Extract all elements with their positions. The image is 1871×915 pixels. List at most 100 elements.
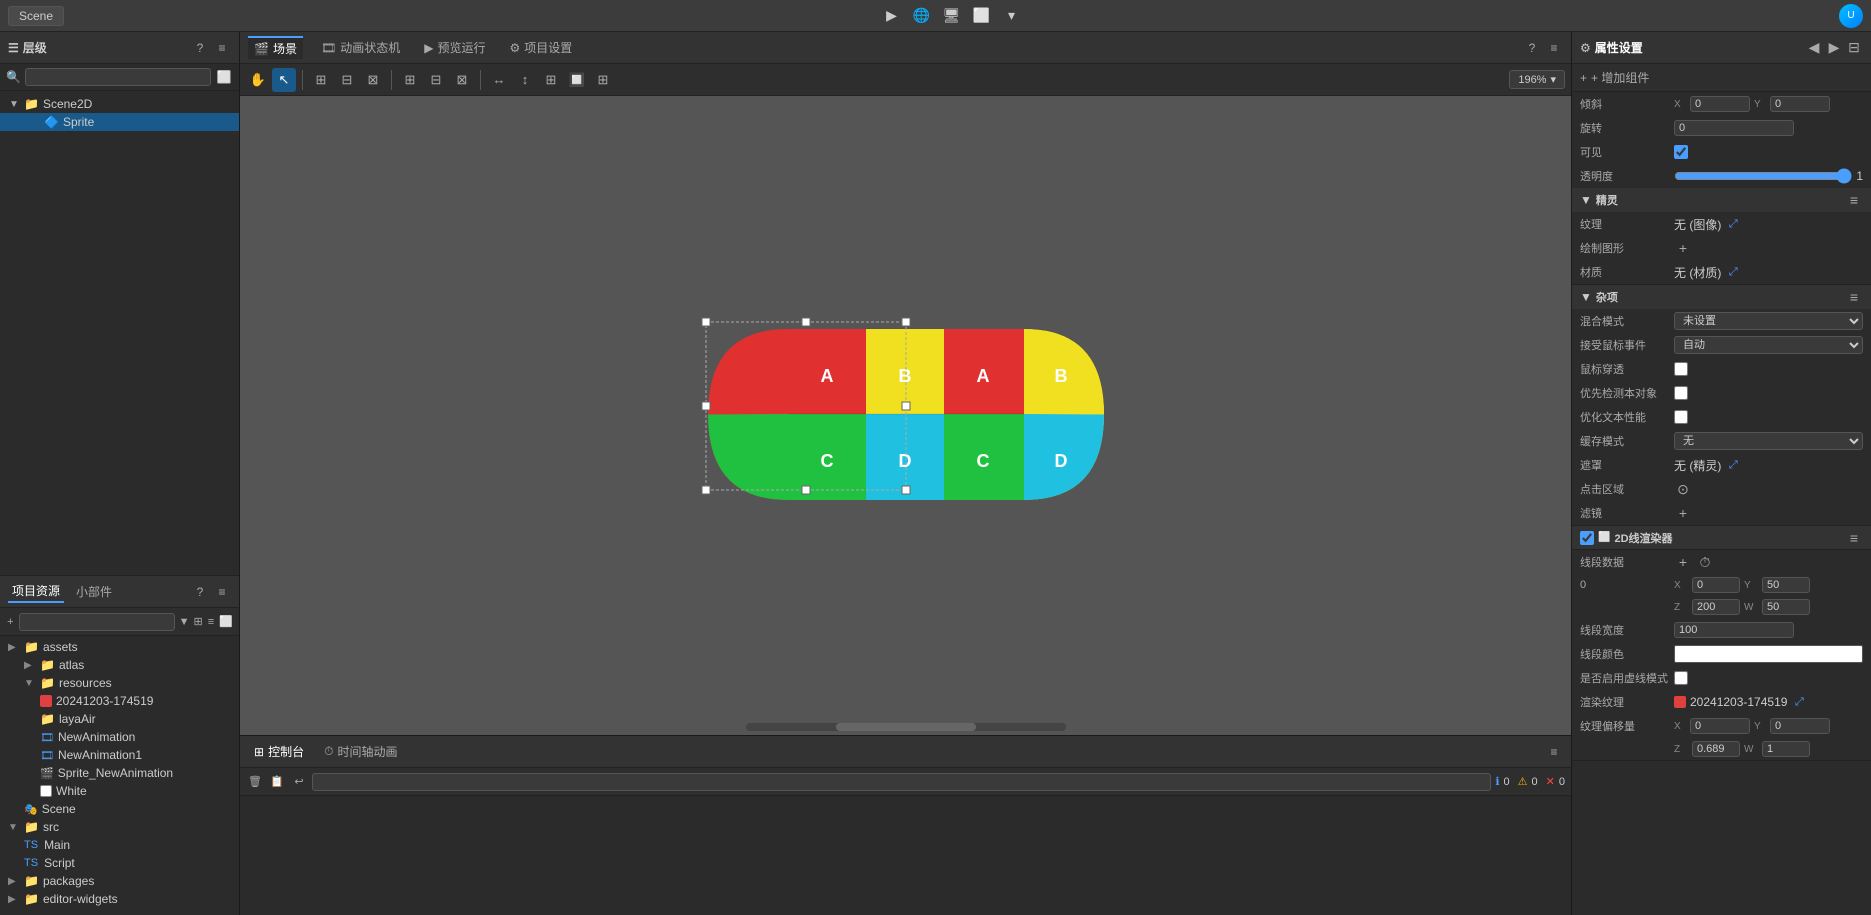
scene-search-input[interactable] [25,68,211,86]
rendertexture-link-btn[interactable]: ⤢ [1791,694,1807,710]
strokecolor-swatch[interactable] [1674,645,1863,663]
align-top-tool[interactable]: ⊞ [398,68,422,92]
proj-item-assets[interactable]: ▶ 📁 assets [0,638,239,656]
proj-item-res20241203[interactable]: 20241203-174519 [0,692,239,710]
play-button[interactable]: ▶ [881,5,903,27]
strokewidth-input[interactable] [1674,622,1794,638]
project-view-btn[interactable]: ⊞ [193,613,202,631]
proj-item-scene[interactable]: 🎭 Scene [0,800,239,818]
tab-project-settings[interactable]: ⚙ 项目设置 [503,37,578,58]
tab-animation[interactable]: 🎞 动画状态机 [315,37,406,58]
properties-collapse-btn[interactable]: ⊟ [1845,39,1863,57]
uv-x-input[interactable] [1690,718,1750,734]
proj-item-editorwidgets[interactable]: ▶ 📁 editor-widgets [0,890,239,908]
nav-next-btn[interactable]: ▶ [1825,39,1843,57]
misc-section-header[interactable]: ▼ 杂项 ≡ [1572,285,1871,309]
editor-canvas[interactable]: A B A B C D C D [240,96,1571,735]
proj-item-main[interactable]: TS Main [0,836,239,854]
uv-w-input[interactable] [1762,741,1810,757]
uv-z-input[interactable] [1692,741,1740,757]
proj-item-script[interactable]: TS Script [0,854,239,872]
cache-select[interactable]: 无 [1674,432,1863,450]
mousethru-checkbox[interactable] [1674,362,1688,376]
tab-scene[interactable]: 🎬 场景 [248,36,303,59]
canvas-scrollbar-h[interactable] [746,723,1066,731]
texture-link-btn[interactable]: ⤢ [1725,216,1741,232]
blendmode-select[interactable]: 未设置 [1674,312,1863,330]
console-copy-btn[interactable]: 📋 [268,773,286,791]
editor-help-btn[interactable]: ? [1523,39,1541,57]
layers-help-btn[interactable]: ? [191,39,209,57]
tab-project-resources[interactable]: 项目资源 [8,580,64,603]
proj-item-layaair[interactable]: 📁 layaAir [0,710,239,728]
align-center-h-tool[interactable]: ⊟ [335,68,359,92]
mask-link-btn[interactable]: ⤢ [1725,457,1741,473]
scene-expand-btn[interactable]: ⬜ [215,68,233,86]
project-search-input[interactable] [19,613,175,631]
layers-menu-btn[interactable]: ≡ [213,39,231,57]
distribute-tool[interactable]: ⊞ [539,68,563,92]
globe-button[interactable]: 🌐 [911,5,933,27]
optimizetext-checkbox[interactable] [1674,410,1688,424]
stretch-h-tool[interactable]: ↔ [487,68,511,92]
sprite-section-header[interactable]: ▼ 精灵 ≡ [1572,188,1871,212]
proj-item-spriteanim[interactable]: 🎬 Sprite_NewAnimation [0,764,239,782]
tab-timeline[interactable]: ⏱ 时间轴动画 [318,741,403,762]
stroke-y-input[interactable] [1762,577,1810,593]
project-filter-btn[interactable]: ▼ [179,613,190,631]
hand-tool[interactable]: ✋ [246,68,270,92]
proj-item-atlas[interactable]: ▶ 📁 atlas [0,656,239,674]
proj-item-white[interactable]: White [0,782,239,800]
misc-section-menu[interactable]: ≡ [1845,288,1863,306]
grid-tool[interactable]: ⊞ [591,68,615,92]
scene-tab[interactable]: Scene [8,6,64,26]
stroke-z-input[interactable] [1692,599,1740,615]
hittest-checkbox[interactable] [1674,386,1688,400]
visible-checkbox[interactable] [1674,145,1688,159]
clickarea-btn[interactable]: ⊙ [1674,480,1692,498]
nav-prev-btn[interactable]: ◀ [1805,39,1823,57]
console-clear-btn[interactable]: 🗑 [246,773,264,791]
window-button[interactable]: ⬜ [971,5,993,27]
tree-item-sprite[interactable]: 🔷 Sprite [0,113,239,131]
stroke-w-input[interactable] [1762,599,1810,615]
proj-item-newanimation1[interactable]: 🎞 NewAnimation1 [0,746,239,764]
tab-console[interactable]: ⊞ 控制台 [248,741,310,762]
project-expand-btn[interactable]: ⬜ [219,613,233,631]
stretch-v-tool[interactable]: ↕ [513,68,537,92]
mouseevent-select[interactable]: 自动 [1674,336,1863,354]
project-menu-btn[interactable]: ≡ [213,583,231,601]
editor-menu-btn[interactable]: ≡ [1545,39,1563,57]
proj-item-src[interactable]: ▼ 📁 src [0,818,239,836]
add-component-button[interactable]: + + 增加组件 [1572,64,1871,92]
tab-preview[interactable]: ▶ 预览运行 [418,37,491,58]
monitor-button[interactable]: 🖥 [941,5,963,27]
align-middle-tool[interactable]: ⊟ [424,68,448,92]
console-search-input[interactable] [312,773,1491,791]
skew-y-input[interactable] [1770,96,1830,112]
align-right-tool[interactable]: ⊠ [361,68,385,92]
stroke-x-input[interactable] [1692,577,1740,593]
skew-x-input[interactable] [1690,96,1750,112]
proj-item-packages[interactable]: ▶ 📁 packages [0,872,239,890]
dropdown-button[interactable]: ▾ [1001,5,1023,27]
strokedata-add-btn[interactable]: + [1674,553,1692,571]
bottom-menu-btn[interactable]: ≡ [1545,743,1563,761]
console-filter-btn[interactable]: ↩ [290,773,308,791]
renderer2d-menu[interactable]: ≡ [1845,529,1863,547]
rotate-input[interactable] [1674,120,1794,136]
renderer2d-enabled[interactable] [1580,531,1594,545]
project-add-btn[interactable]: + [6,613,15,631]
user-avatar[interactable]: U [1839,4,1863,28]
tree-item-scene2d[interactable]: ▼ 📁 Scene2D [0,95,239,113]
project-list-btn[interactable]: ≡ [207,613,216,631]
drawshape-add-btn[interactable]: + [1674,239,1692,257]
strokedata-clock-btn[interactable]: ⏱ [1696,553,1714,571]
tab-widgets[interactable]: 小部件 [72,581,116,602]
filter-add-btn[interactable]: + [1674,504,1692,522]
opacity-slider[interactable] [1674,168,1852,184]
uv-y-input[interactable] [1770,718,1830,734]
align-bottom-tool[interactable]: ⊠ [450,68,474,92]
select-tool[interactable]: ↖ [272,68,296,92]
zoom-dropdown[interactable]: 196% ▾ [1509,70,1565,89]
